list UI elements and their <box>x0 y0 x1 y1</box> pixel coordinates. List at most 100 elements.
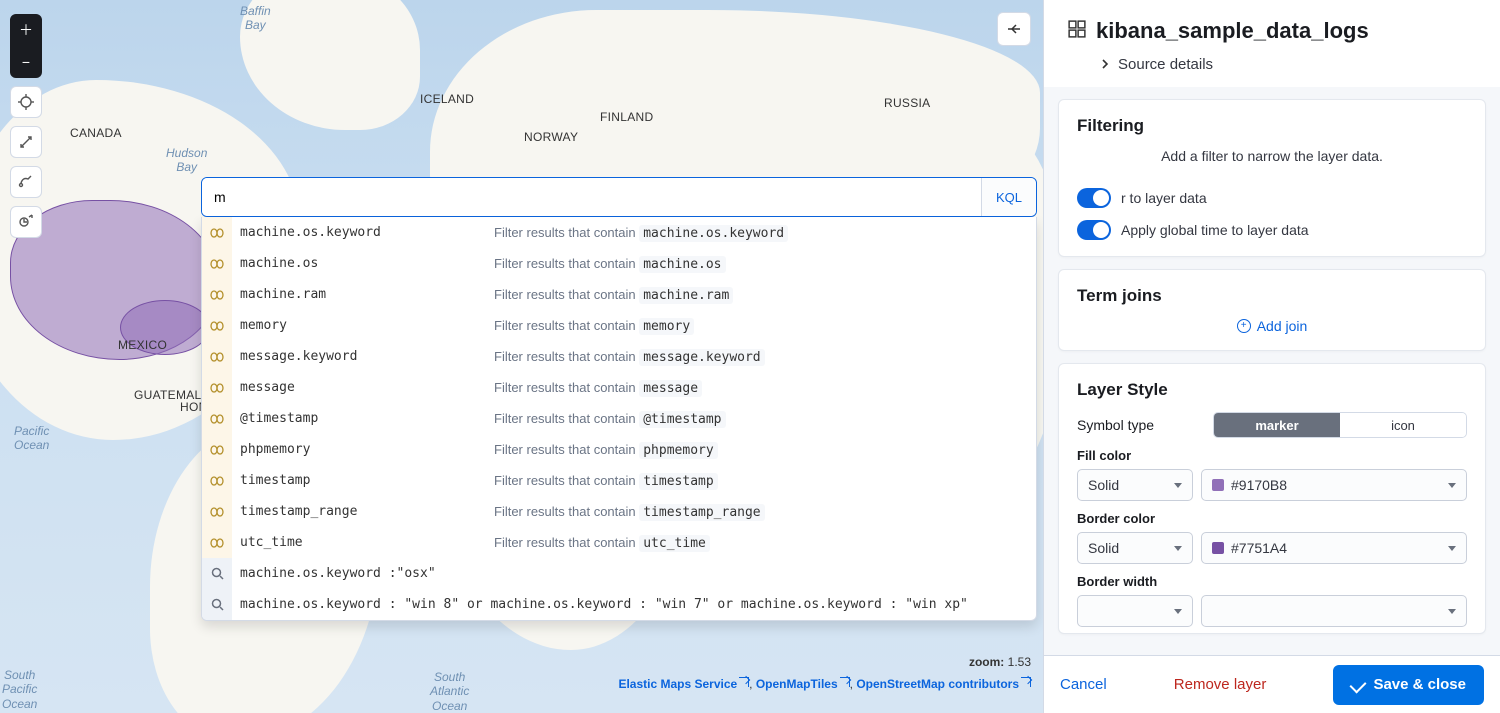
suggestion-item[interactable]: machine.os.keyword :"osx" <box>202 558 1036 589</box>
suggestion-item[interactable]: machine.os.keyword : "win 8" or machine.… <box>202 589 1036 620</box>
map-label-south-atlantic: SouthAtlanticOcean <box>430 670 469 713</box>
color-swatch <box>1212 542 1224 554</box>
symbol-type-icon[interactable]: icon <box>1340 413 1466 437</box>
remove-layer-button[interactable]: Remove layer <box>1174 676 1267 693</box>
border-color-value-select[interactable]: #7751A4 <box>1201 532 1467 564</box>
apply-global-time-switch[interactable] <box>1077 220 1111 240</box>
map-canvas[interactable]: CANADA ICELAND NORWAY FINLAND RUSSIA MEX… <box>0 0 1043 713</box>
suggestion-query: machine.os.keyword : "win 8" or machine.… <box>232 597 1036 612</box>
border-width-value-select[interactable] <box>1201 595 1467 627</box>
border-color-label: Border color <box>1077 511 1467 526</box>
collapse-panel-button[interactable] <box>997 12 1031 46</box>
suggestion-item[interactable]: timestamp_rangeFilter results that conta… <box>202 496 1036 527</box>
attrib-ems-link[interactable]: Elastic Maps Service <box>618 677 737 691</box>
suggestion-item[interactable]: utc_timeFilter results that contain utc_… <box>202 527 1036 558</box>
map-controls: ＋ − <box>10 14 42 238</box>
tools-button[interactable] <box>10 166 42 198</box>
filtering-hint: Add a filter to narrow the layer data. <box>1077 148 1467 164</box>
attrib-omt-link[interactable]: OpenMapTiles <box>756 677 838 691</box>
map-attribution: Elastic Maps Service, OpenMapTiles, Open… <box>618 677 1031 691</box>
field-icon <box>202 341 232 372</box>
suggestion-field: timestamp <box>232 473 494 488</box>
apply-global-filter-label: r to layer data <box>1121 190 1207 206</box>
source-details-label: Source details <box>1118 56 1213 73</box>
apply-global-filter-switch[interactable] <box>1077 188 1111 208</box>
layer-settings-panel: kibana_sample_data_logs Source details F… <box>1043 0 1500 713</box>
suggestion-item[interactable]: machine.ramFilter results that contain m… <box>202 279 1036 310</box>
external-link-icon <box>840 677 850 687</box>
field-icon <box>202 310 232 341</box>
suggestion-field: message <box>232 380 494 395</box>
locate-button[interactable] <box>10 86 42 118</box>
panel-footer: Cancel Remove layer Save & close <box>1044 655 1500 713</box>
suggestion-description: Filter results that contain machine.ram <box>494 287 733 303</box>
suggestion-description: Filter results that contain machine.os.k… <box>494 225 788 241</box>
add-join-link[interactable]: + Add join <box>1077 318 1467 334</box>
suggestion-field: message.keyword <box>232 349 494 364</box>
suggestion-description: Filter results that contain memory <box>494 318 694 334</box>
map-label-south-pacific: SouthPacificOcean <box>2 668 37 711</box>
suggestion-item[interactable]: message.keywordFilter results that conta… <box>202 341 1036 372</box>
term-joins-title: Term joins <box>1077 286 1467 306</box>
color-swatch <box>1212 479 1224 491</box>
chevron-down-icon <box>1174 483 1182 488</box>
symbol-type-marker[interactable]: marker <box>1214 413 1340 437</box>
save-close-button[interactable]: Save & close <box>1333 665 1484 705</box>
suggestion-list: machine.os.keywordFilter results that co… <box>201 217 1037 621</box>
border-width-mode-select[interactable] <box>1077 595 1193 627</box>
suggestion-item[interactable]: phpmemoryFilter results that contain php… <box>202 434 1036 465</box>
suggestion-description: Filter results that contain machine.os <box>494 256 726 272</box>
suggestion-item[interactable]: machine.os.keywordFilter results that co… <box>202 217 1036 248</box>
suggestion-item[interactable]: @timestampFilter results that contain @t… <box>202 403 1036 434</box>
suggestion-description: Filter results that contain timestamp_ra… <box>494 504 765 520</box>
search-icon <box>202 558 232 589</box>
filtering-title: Filtering <box>1077 116 1467 136</box>
cancel-button[interactable]: Cancel <box>1060 676 1107 693</box>
kql-toggle[interactable]: KQL <box>981 178 1036 216</box>
fit-bounds-button[interactable] <box>10 126 42 158</box>
suggestion-item[interactable]: timestampFilter results that contain tim… <box>202 465 1036 496</box>
zoom-in-button[interactable]: ＋ <box>10 14 42 46</box>
chevron-down-icon <box>1174 546 1182 551</box>
suggestion-field: machine.os.keyword <box>232 225 494 240</box>
chevron-down-icon <box>1448 546 1456 551</box>
layer-style-card: Layer Style Symbol type marker icon Fill… <box>1058 363 1486 634</box>
layer-type-icon <box>1068 18 1086 44</box>
field-icon <box>202 465 232 496</box>
external-link-icon <box>1021 677 1031 687</box>
map-label-finland: FINLAND <box>600 110 653 124</box>
border-color-mode-select[interactable]: Solid <box>1077 532 1193 564</box>
chevron-down-icon <box>1174 609 1182 614</box>
map-label-canada: CANADA <box>70 126 122 140</box>
suggestion-field: timestamp_range <box>232 504 494 519</box>
suggestion-description: Filter results that contain timestamp <box>494 473 718 489</box>
suggestion-field: machine.ram <box>232 287 494 302</box>
term-joins-card: Term joins + Add join <box>1058 269 1486 351</box>
suggestion-description: Filter results that contain phpmemory <box>494 442 718 458</box>
field-icon <box>202 372 232 403</box>
zoom-indicator: zoom: 1.53 <box>969 655 1031 669</box>
layer-style-title: Layer Style <box>1077 380 1467 400</box>
plus-icon: + <box>1237 319 1251 333</box>
zoom-out-button[interactable]: − <box>10 46 42 78</box>
field-icon <box>202 403 232 434</box>
attrib-osm-link[interactable]: OpenStreetMap contributors <box>856 677 1019 691</box>
save-close-label: Save & close <box>1373 676 1466 693</box>
suggestion-item[interactable]: messageFilter results that contain messa… <box>202 372 1036 403</box>
external-link-icon <box>739 677 749 687</box>
suggestion-item[interactable]: machine.osFilter results that contain ma… <box>202 248 1036 279</box>
filter-query-bar: KQL <box>201 177 1037 217</box>
suggestion-description: Filter results that contain message.keyw… <box>494 349 765 365</box>
timeline-button[interactable] <box>10 206 42 238</box>
map-label-baffin-bay: BaffinBay <box>240 4 271 33</box>
map-label-norway: NORWAY <box>524 130 578 144</box>
field-icon <box>202 496 232 527</box>
fill-color-mode-select[interactable]: Solid <box>1077 469 1193 501</box>
map-label-pacific: PacificOcean <box>14 424 49 453</box>
map-label-mexico: MEXICO <box>118 338 167 352</box>
fill-color-value-select[interactable]: #9170B8 <box>1201 469 1467 501</box>
panel-header: kibana_sample_data_logs Source details <box>1044 0 1500 87</box>
filter-query-input[interactable] <box>202 178 981 216</box>
suggestion-item[interactable]: memoryFilter results that contain memory <box>202 310 1036 341</box>
source-details-toggle[interactable]: Source details <box>1068 44 1476 79</box>
